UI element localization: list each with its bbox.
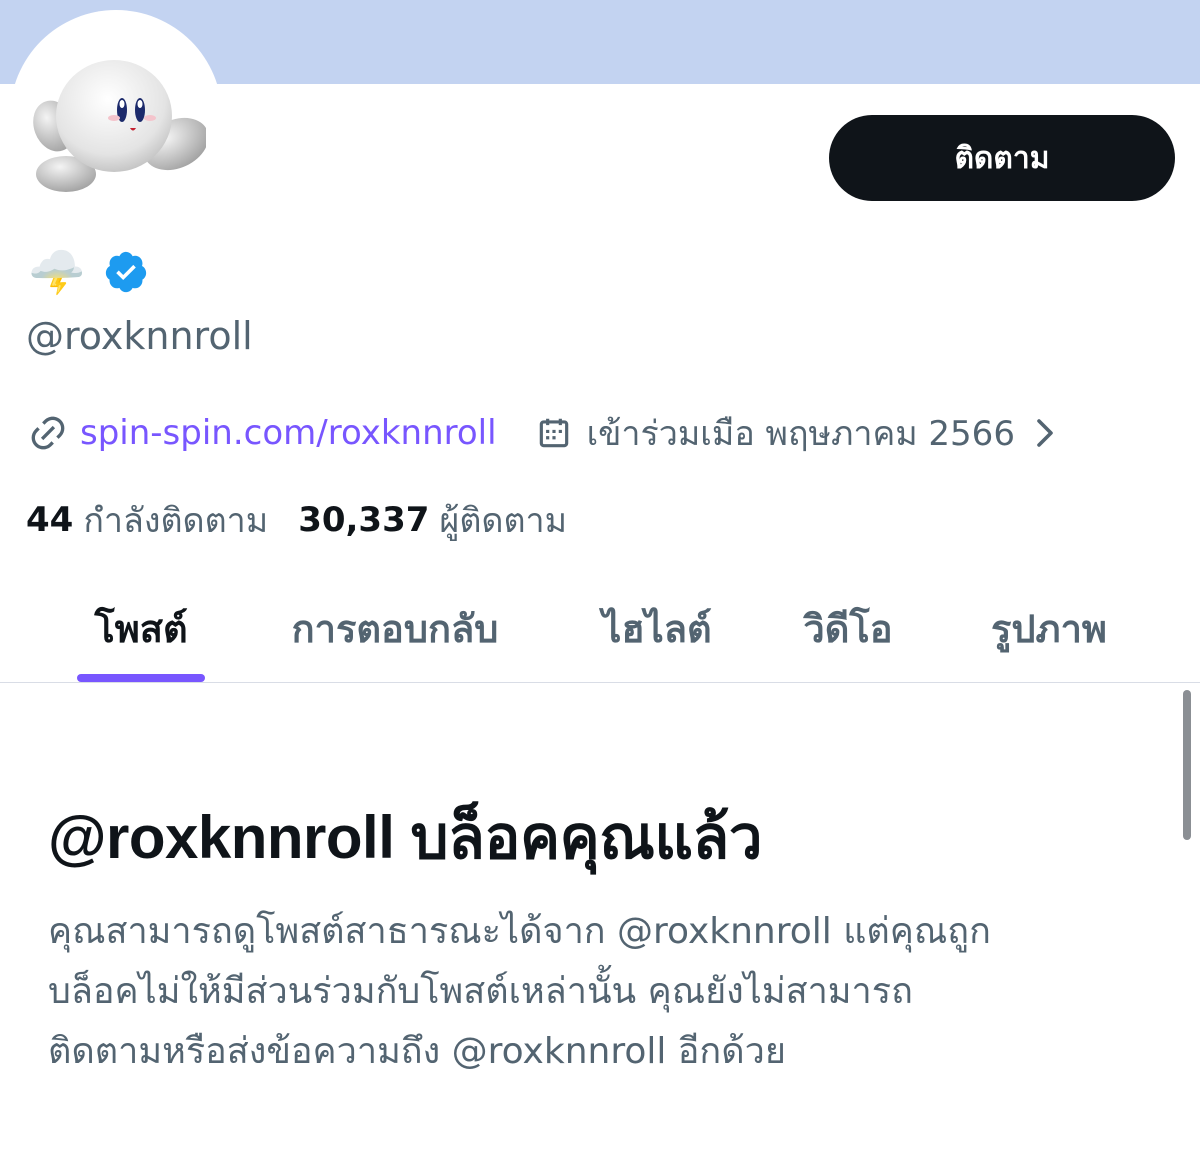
joined-date: เข้าร่วมเมือ พฤษภาคม 2566: [586, 414, 1015, 454]
blocked-description-line: ติดตามหรือส่งข้อความถึง @roxknnroll อีกด…: [48, 1031, 786, 1072]
display-name-row: 🌩️: [28, 242, 149, 302]
tab-photos[interactable]: รูปภาพ: [966, 574, 1132, 682]
following-count[interactable]: 44: [26, 500, 73, 540]
avatar-image: [26, 26, 209, 206]
blocked-description-line: คุณสามารถดูโพสต์สาธารณะได้จาก @roxknnrol…: [48, 911, 991, 952]
tab-replies[interactable]: การตอบกลับ: [262, 574, 528, 682]
following-label[interactable]: กำลังติดตาม: [83, 493, 268, 547]
tab-highlights[interactable]: ไฮไลต์: [578, 574, 736, 682]
calendar-icon: [539, 418, 568, 448]
verified-badge-icon[interactable]: [103, 249, 149, 295]
active-tab-indicator: [77, 674, 205, 682]
blocked-description: คุณสามารถดูโพสต์สาธารณะได้จาก @roxknnrol…: [48, 902, 1138, 1082]
blocked-title: @roxknnroll บล็อคคุณแล้ว: [48, 804, 763, 871]
tab-videos[interactable]: วิดีโอ: [780, 574, 916, 682]
storm-cloud-emoji: 🌩️: [28, 245, 86, 299]
avatar[interactable]: [10, 10, 222, 222]
scrollbar[interactable]: [1183, 690, 1191, 840]
chevron-right-icon[interactable]: [1033, 418, 1057, 448]
link-icon: [31, 416, 65, 450]
kirby-avatar-illustration: [33, 60, 209, 192]
followers-count[interactable]: 30,337: [298, 500, 429, 540]
website-link[interactable]: spin-spin.com/roxknnroll: [80, 413, 497, 453]
profile-tabs: โพสต์ การตอบกลับ ไฮไลต์ วิดีโอ รูปภาพ: [0, 574, 1200, 682]
profile-meta: spin-spin.com/roxknnroll เข้าร่วมเมือ พฤ…: [28, 408, 1057, 458]
tabs-divider: [0, 682, 1200, 683]
follow-button[interactable]: ติดตาม: [829, 115, 1175, 201]
profile-handle: @roxknnroll: [26, 314, 253, 358]
followers-label[interactable]: ผู้ติดตาม: [439, 493, 567, 547]
tab-posts[interactable]: โพสต์: [60, 574, 222, 682]
follow-stats: 44 กำลังติดตาม 30,337 ผู้ติดตาม: [26, 495, 567, 545]
blocked-description-line: บล็อคไม่ให้มีส่วนร่วมกับโพสต์เหล่านั้น ค…: [48, 971, 913, 1012]
